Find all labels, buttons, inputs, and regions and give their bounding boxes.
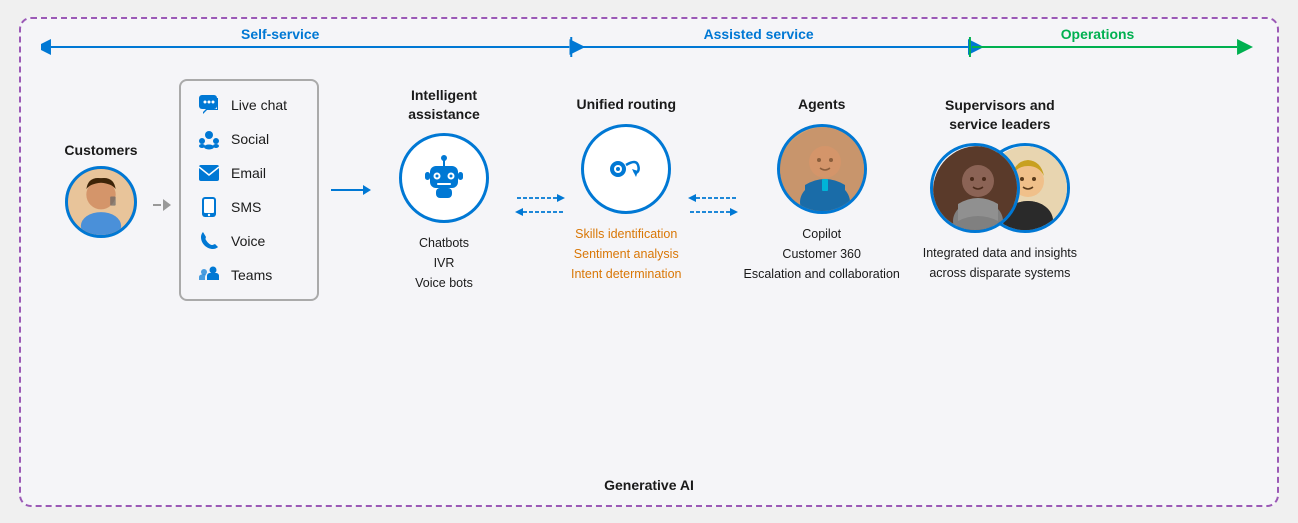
supervisors-title: Supervisors and service leaders bbox=[920, 96, 1080, 132]
arrow-channels-to-ia bbox=[331, 180, 371, 200]
supervisors-photos bbox=[930, 143, 1070, 233]
customer-avatar bbox=[65, 166, 137, 238]
top-arrow-bar: Self-service Assisted service Operations bbox=[41, 19, 1257, 69]
agents-details: Copilot Customer 360 Escalation and coll… bbox=[744, 224, 900, 284]
svg-text:Assisted service: Assisted service bbox=[704, 25, 814, 41]
arrow-cust-to-channels bbox=[163, 199, 171, 211]
channel-live-chat: Live chat bbox=[197, 93, 301, 117]
ur-circle bbox=[581, 124, 671, 214]
ia-details: Chatbots IVR Voice bots bbox=[415, 233, 473, 293]
email-label: Email bbox=[231, 165, 266, 181]
live-chat-icon bbox=[197, 93, 221, 117]
ur-title: Unified routing bbox=[576, 95, 676, 113]
unified-routing-section: Unified routing Skills identification Se… bbox=[571, 95, 682, 283]
social-label: Social bbox=[231, 131, 269, 147]
agents-title: Agents bbox=[798, 95, 845, 113]
channels-list: Live chat Social bbox=[179, 79, 319, 301]
double-arrow-ia-ur bbox=[515, 190, 565, 220]
channel-email: Email bbox=[197, 161, 301, 185]
supervisors-section: Supervisors and service leaders bbox=[920, 96, 1080, 282]
double-arrow-ur-agents bbox=[688, 190, 738, 220]
live-chat-label: Live chat bbox=[231, 97, 287, 113]
bottom-label: Generative AI bbox=[604, 477, 694, 493]
sms-label: SMS bbox=[231, 199, 261, 215]
supervisors-details: Integrated data and insights across disp… bbox=[922, 243, 1077, 283]
channel-sms: SMS bbox=[197, 195, 301, 219]
intelligent-assistance-section: Intelligent assistance bbox=[379, 86, 509, 292]
ia-title: Intelligent assistance bbox=[379, 86, 509, 122]
channel-teams: Teams bbox=[197, 263, 301, 287]
channels-section: Live chat Social bbox=[179, 79, 319, 301]
channel-social: Social bbox=[197, 127, 301, 151]
teams-icon bbox=[197, 263, 221, 287]
svg-text:Operations: Operations bbox=[1061, 25, 1135, 41]
ia-circle bbox=[399, 133, 489, 223]
svg-text:Self-service: Self-service bbox=[241, 25, 320, 41]
voice-icon bbox=[197, 229, 221, 253]
diagram-container: Self-service Assisted service Operations… bbox=[19, 17, 1279, 507]
customers-section: Customers bbox=[51, 142, 151, 238]
teams-label: Teams bbox=[231, 267, 272, 283]
main-content: Customers bbox=[41, 79, 1257, 301]
agents-section: Agents Copilot Customer 360 bbox=[744, 95, 900, 283]
sms-icon bbox=[197, 195, 221, 219]
agents-photo bbox=[777, 124, 867, 214]
email-icon bbox=[197, 161, 221, 185]
line-cust-to-channels bbox=[153, 204, 161, 206]
supervisor-photo-1 bbox=[930, 143, 1020, 233]
customers-label: Customers bbox=[64, 142, 137, 158]
ur-details: Skills identification Sentiment analysis… bbox=[571, 224, 682, 284]
social-icon bbox=[197, 127, 221, 151]
voice-label: Voice bbox=[231, 233, 265, 249]
channel-voice: Voice bbox=[197, 229, 301, 253]
